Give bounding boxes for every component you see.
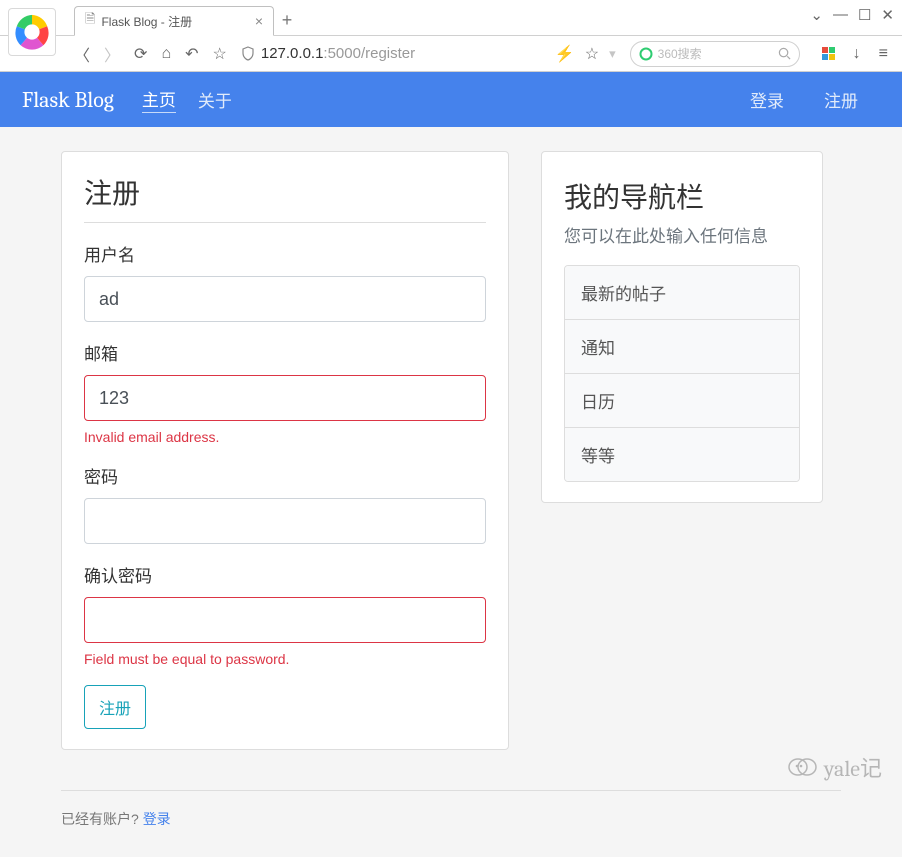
register-card: 注册 用户名 邮箱 Invalid email address. 密码 确认密码… (61, 151, 509, 750)
watermark: yale记 (788, 751, 882, 783)
address-bar[interactable]: 127.0.0.1:5000/register ⚡ ☆ ▾ (241, 40, 616, 68)
sidebar-item-etc[interactable]: 等等 (565, 428, 799, 481)
search-engine-icon (639, 47, 653, 61)
nav-login[interactable]: 登录 (750, 87, 784, 112)
nav-register[interactable]: 注册 (824, 87, 858, 112)
menu-icon[interactable]: ≡ (879, 45, 888, 63)
tab-title: Flask Blog - 注册 (101, 13, 192, 30)
sidebar-card: 我的导航栏 您可以在此处输入任何信息 最新的帖子 通知 日历 等等 (541, 151, 823, 503)
form-title: 注册 (84, 172, 486, 223)
new-tab-button[interactable]: + (274, 10, 300, 35)
shield-icon (241, 46, 255, 61)
search-icon[interactable] (778, 47, 791, 60)
bookmark-icon[interactable]: ☆ (585, 44, 599, 64)
reload-icon[interactable]: ⟳ (134, 44, 147, 64)
toolbar-right: ↓ ≡ (814, 45, 902, 63)
confirm-error: Field must be equal to password. (84, 651, 486, 667)
username-label: 用户名 (84, 241, 486, 266)
forward-icon: 〉 (104, 42, 120, 66)
maximize-icon[interactable]: ☐ (858, 6, 871, 24)
password-input[interactable] (84, 498, 486, 544)
sidebar-item-latest[interactable]: 最新的帖子 (565, 266, 799, 320)
confirm-input[interactable] (84, 597, 486, 643)
browser-toolbar: 〈 〉 ⟳ ⌂ ↶ ☆ 127.0.0.1:5000/register ⚡ ☆ … (0, 36, 902, 72)
brand[interactable]: Flask Blog (22, 87, 114, 113)
download-icon[interactable]: ↓ (853, 45, 861, 63)
minimize-icon[interactable]: — (833, 6, 848, 24)
back-icon[interactable]: 〈 (74, 42, 90, 66)
nav-about[interactable]: 关于 (198, 87, 232, 112)
have-account-text: 已经有账户? (61, 811, 139, 827)
window-controls: ⌄ — ☐ ✕ (810, 6, 894, 24)
sidebar-subtitle: 您可以在此处输入任何信息 (564, 222, 800, 247)
extension-icon[interactable]: ⌄ (810, 6, 823, 24)
apps-icon[interactable] (822, 47, 835, 60)
sidebar-item-notice[interactable]: 通知 (565, 320, 799, 374)
email-error: Invalid email address. (84, 429, 486, 445)
submit-button[interactable]: 注册 (84, 685, 146, 729)
below-form: 已经有账户? 登录 (61, 790, 841, 857)
document-icon: 🗎 (85, 10, 95, 32)
undo-icon[interactable]: ↶ (185, 44, 198, 64)
close-icon[interactable]: × (255, 13, 263, 29)
username-input[interactable] (84, 276, 486, 322)
url-text: 127.0.0.1:5000/register (261, 45, 415, 62)
close-window-icon[interactable]: ✕ (881, 6, 894, 24)
browser-tab[interactable]: 🗎 Flask Blog - 注册 × (74, 6, 274, 36)
password-label: 密码 (84, 463, 486, 488)
search-box[interactable]: 360搜索 (630, 41, 800, 67)
email-label: 邮箱 (84, 340, 486, 365)
sidebar-list: 最新的帖子 通知 日历 等等 (564, 265, 800, 482)
email-input[interactable] (84, 375, 486, 421)
flash-icon[interactable]: ⚡ (555, 44, 575, 64)
browser-logo (8, 8, 56, 56)
login-link[interactable]: 登录 (143, 811, 171, 827)
confirm-label: 确认密码 (84, 562, 486, 587)
sidebar-title: 我的导航栏 (564, 176, 800, 216)
star-icon[interactable]: ☆ (213, 44, 227, 64)
sidebar-item-calendar[interactable]: 日历 (565, 374, 799, 428)
navbar: Flask Blog 主页 关于 登录 注册 (0, 72, 902, 127)
browser-titlebar: 🗎 Flask Blog - 注册 × + ⌄ — ☐ ✕ (0, 0, 902, 36)
search-placeholder: 360搜索 (658, 45, 702, 62)
dropdown-icon[interactable]: ▾ (609, 46, 616, 62)
nav-home[interactable]: 主页 (142, 86, 176, 113)
home-icon[interactable]: ⌂ (161, 45, 171, 63)
